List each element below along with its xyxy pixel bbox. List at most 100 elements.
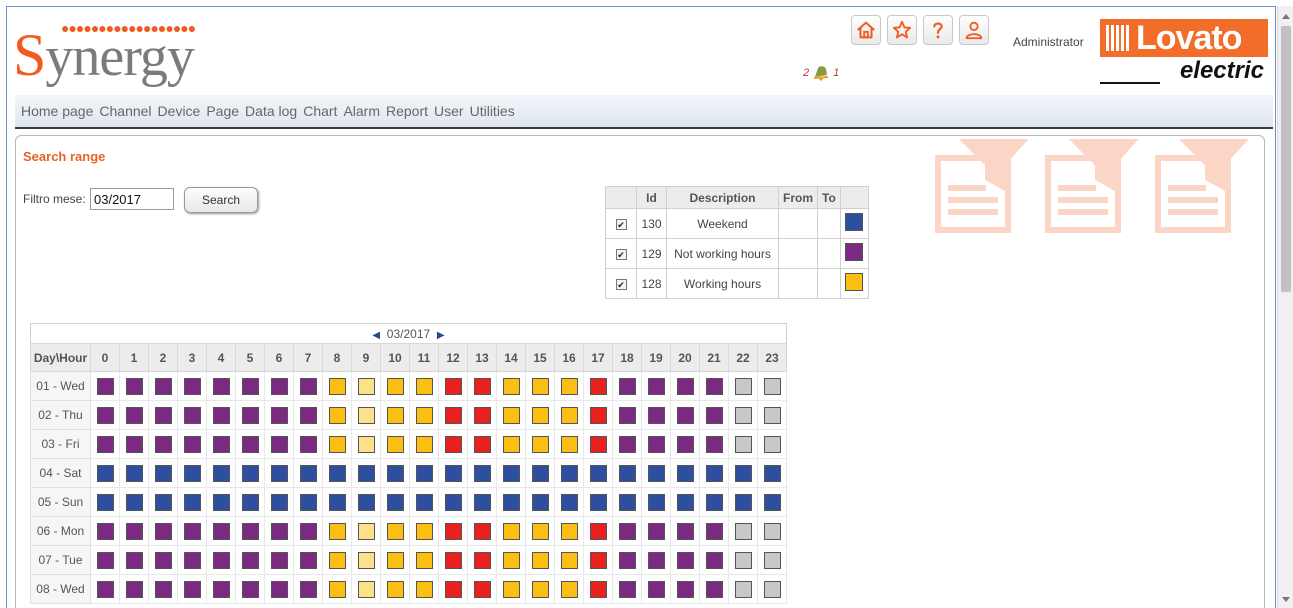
hour-cell[interactable]: [206, 545, 236, 575]
hour-cell[interactable]: [612, 400, 642, 430]
hour-cell[interactable]: [90, 371, 120, 401]
hour-cell[interactable]: [670, 487, 700, 517]
hour-cell[interactable]: [119, 371, 149, 401]
hour-cell[interactable]: [322, 487, 352, 517]
hour-cell[interactable]: [612, 458, 642, 488]
menu-item-report[interactable]: Report: [386, 103, 428, 119]
hour-cell[interactable]: [119, 516, 149, 546]
menu-item-page[interactable]: Page: [206, 103, 239, 119]
hour-cell[interactable]: [90, 545, 120, 575]
hour-cell[interactable]: [409, 400, 439, 430]
hour-cell[interactable]: [264, 371, 294, 401]
hour-cell[interactable]: [554, 429, 584, 459]
hour-cell[interactable]: [525, 545, 555, 575]
hour-cell[interactable]: [438, 371, 468, 401]
hour-cell[interactable]: [90, 516, 120, 546]
hour-cell[interactable]: [351, 487, 381, 517]
hour-cell[interactable]: [119, 458, 149, 488]
scroll-down-arrow-icon[interactable]: [1282, 597, 1290, 602]
hour-cell[interactable]: [699, 429, 729, 459]
hour-cell[interactable]: [670, 545, 700, 575]
hour-cell[interactable]: [728, 574, 758, 604]
hour-cell[interactable]: [409, 545, 439, 575]
hour-cell[interactable]: [699, 545, 729, 575]
hour-cell[interactable]: [554, 371, 584, 401]
hour-cell[interactable]: [583, 458, 613, 488]
alarm-indicator[interactable]: 2 1: [803, 65, 839, 81]
hour-cell[interactable]: [90, 458, 120, 488]
hour-cell[interactable]: [380, 429, 410, 459]
hour-cell[interactable]: [699, 574, 729, 604]
hour-cell[interactable]: [583, 487, 613, 517]
hour-cell[interactable]: [322, 545, 352, 575]
hour-cell[interactable]: [467, 458, 497, 488]
menu-item-channel[interactable]: Channel: [99, 103, 151, 119]
hour-cell[interactable]: [496, 574, 526, 604]
hour-cell[interactable]: [322, 458, 352, 488]
hour-cell[interactable]: [380, 516, 410, 546]
hour-cell[interactable]: [409, 458, 439, 488]
hour-cell[interactable]: [757, 429, 787, 459]
menu-item-home-page[interactable]: Home page: [21, 103, 93, 119]
menu-item-user[interactable]: User: [434, 103, 464, 119]
hour-cell[interactable]: [148, 574, 178, 604]
prev-month-arrow-icon[interactable]: ◀: [372, 330, 380, 341]
hour-cell[interactable]: [148, 400, 178, 430]
hour-cell[interactable]: [757, 458, 787, 488]
menu-item-chart[interactable]: Chart: [303, 103, 337, 119]
hour-cell[interactable]: [351, 429, 381, 459]
hour-cell[interactable]: [409, 574, 439, 604]
hour-cell[interactable]: [177, 516, 207, 546]
hour-cell[interactable]: [525, 487, 555, 517]
hour-cell[interactable]: [119, 574, 149, 604]
hour-cell[interactable]: [293, 516, 323, 546]
hour-cell[interactable]: [264, 487, 294, 517]
hour-cell[interactable]: [641, 574, 671, 604]
hour-cell[interactable]: [670, 371, 700, 401]
hour-cell[interactable]: [757, 487, 787, 517]
hour-cell[interactable]: [612, 574, 642, 604]
hour-cell[interactable]: [699, 400, 729, 430]
hour-cell[interactable]: [496, 400, 526, 430]
hour-cell[interactable]: [757, 574, 787, 604]
hour-cell[interactable]: [438, 487, 468, 517]
hour-cell[interactable]: [293, 574, 323, 604]
hour-cell[interactable]: [583, 429, 613, 459]
hour-cell[interactable]: [90, 400, 120, 430]
hour-cell[interactable]: [525, 574, 555, 604]
hour-cell[interactable]: [438, 429, 468, 459]
hour-cell[interactable]: [322, 371, 352, 401]
hour-cell[interactable]: [496, 458, 526, 488]
hour-cell[interactable]: [641, 371, 671, 401]
hour-cell[interactable]: [612, 516, 642, 546]
hour-cell[interactable]: [380, 574, 410, 604]
hour-cell[interactable]: [380, 545, 410, 575]
hour-cell[interactable]: [583, 516, 613, 546]
hour-cell[interactable]: [264, 458, 294, 488]
hour-cell[interactable]: [670, 429, 700, 459]
synergy-logo[interactable]: ●●●●●●●●●●●●●●●●●● Synergy: [13, 19, 228, 89]
hour-cell[interactable]: [351, 400, 381, 430]
hour-cell[interactable]: [90, 429, 120, 459]
hour-cell[interactable]: [670, 516, 700, 546]
hour-cell[interactable]: [467, 487, 497, 517]
month-filter-input[interactable]: [90, 188, 174, 210]
hour-cell[interactable]: [757, 545, 787, 575]
hour-cell[interactable]: [525, 400, 555, 430]
hour-cell[interactable]: [612, 371, 642, 401]
hour-cell[interactable]: [670, 574, 700, 604]
hour-cell[interactable]: [177, 371, 207, 401]
hour-cell[interactable]: [264, 545, 294, 575]
hour-cell[interactable]: [119, 487, 149, 517]
hour-cell[interactable]: [322, 429, 352, 459]
hour-cell[interactable]: [264, 429, 294, 459]
hour-cell[interactable]: [554, 400, 584, 430]
hour-cell[interactable]: [583, 371, 613, 401]
hour-cell[interactable]: [235, 545, 265, 575]
hour-cell[interactable]: [206, 487, 236, 517]
hour-cell[interactable]: [641, 458, 671, 488]
hour-cell[interactable]: [351, 458, 381, 488]
hour-cell[interactable]: [496, 371, 526, 401]
hour-cell[interactable]: [206, 429, 236, 459]
hour-cell[interactable]: [293, 400, 323, 430]
